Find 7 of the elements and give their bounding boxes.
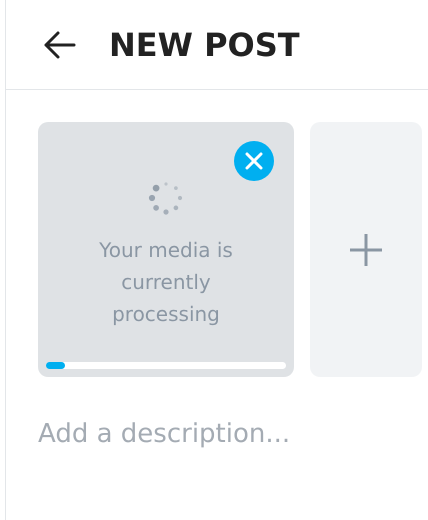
close-icon [244, 151, 264, 171]
plus-icon [349, 232, 383, 266]
remove-button[interactable] [234, 141, 274, 181]
back-arrow-icon[interactable] [42, 30, 76, 60]
page-title: NEW POST [109, 26, 300, 64]
description-field[interactable]: Add a description... [38, 419, 408, 449]
processing-message: Your media is currently processing [98, 237, 234, 328]
